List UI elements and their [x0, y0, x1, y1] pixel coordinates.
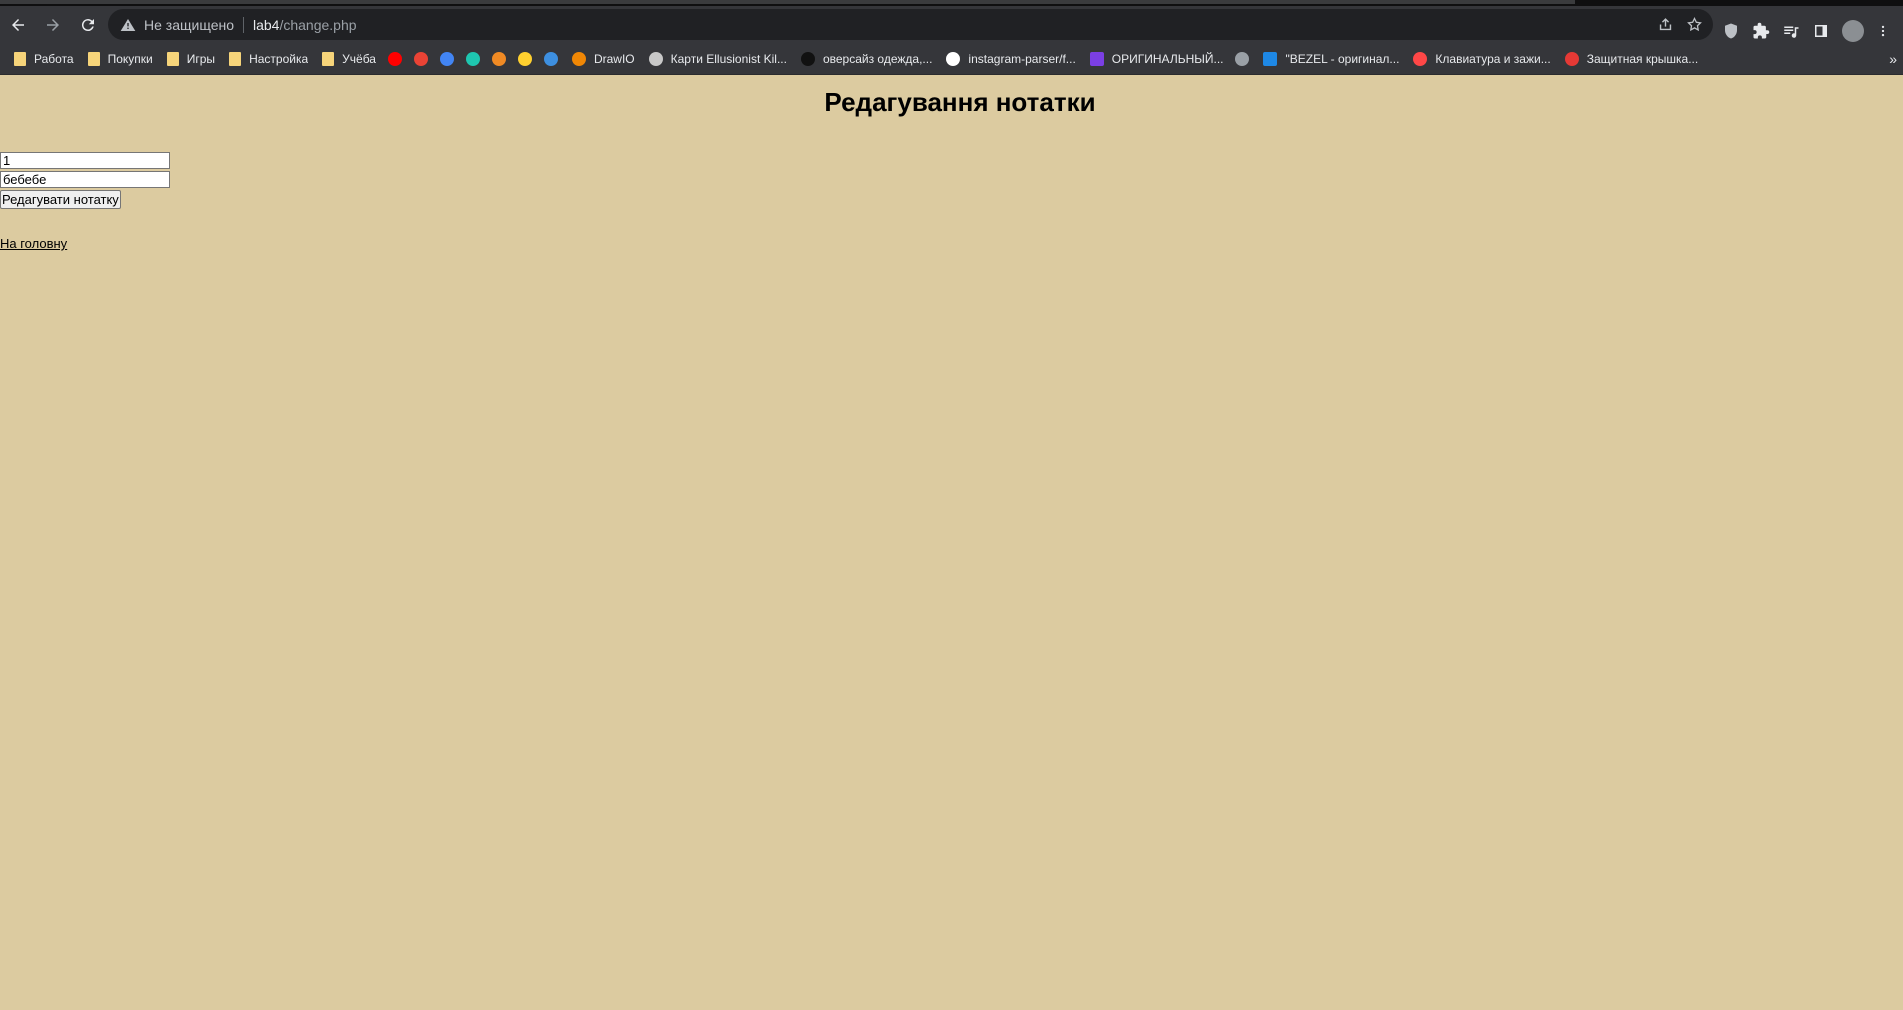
bookmark-label: Учёба [342, 52, 376, 66]
arrow-right-icon [47, 19, 59, 31]
bookmark-label: DrawIO [593, 52, 635, 66]
bookmark-star-icon[interactable] [1686, 16, 1703, 33]
bookmark-item[interactable] [517, 52, 532, 66]
arrow-left-icon [12, 19, 24, 31]
gear-flower-icon [648, 52, 663, 66]
folder-icon [166, 52, 179, 66]
drawio-icon [571, 52, 586, 66]
bookmark-item[interactable]: DrawIO [571, 52, 635, 66]
github-icon [946, 52, 961, 66]
bookmark-item[interactable]: Игры [166, 52, 216, 66]
bookmark-item[interactable] [439, 52, 454, 66]
puzzle-icon[interactable] [1752, 22, 1770, 40]
bookmark-label: Работа [34, 52, 74, 66]
address-bar[interactable]: Не защищено lab4/change.php [108, 9, 1713, 40]
purple-square-icon [1089, 52, 1104, 66]
warning-icon[interactable] [120, 17, 136, 33]
aliexpress-icon [1413, 52, 1428, 66]
bookmark-label: ОРИГИНАЛЬНЫЙ... [1111, 52, 1224, 66]
url-path: /change.php [279, 16, 357, 33]
bookmark-item[interactable]: Защитная крышка... [1564, 52, 1699, 66]
note-id-input[interactable] [0, 152, 170, 169]
bookmark-label: instagram-parser/f... [968, 52, 1076, 66]
forward-button[interactable] [36, 8, 70, 42]
security-status[interactable]: Не защищено [144, 17, 234, 33]
red-circle-icon [1564, 52, 1579, 66]
miro-icon [517, 52, 532, 66]
page-title: Редагування нотатки [824, 87, 1096, 117]
bookmark-item[interactable]: Клавиатура и зажи... [1413, 52, 1551, 66]
back-button[interactable] [1, 8, 35, 42]
reload-icon [81, 19, 94, 32]
bookmark-item[interactable]: Карти Ellusionist Kil... [648, 52, 787, 66]
bookmark-item[interactable]: "BEZEL - оригинал... [1263, 52, 1399, 66]
folder-icon [322, 52, 335, 66]
pinwheel-icon [439, 52, 454, 66]
bookmark-label: Игры [186, 52, 216, 66]
share-icon[interactable] [1657, 16, 1674, 33]
folder-icon [87, 52, 100, 66]
bookmark-item[interactable]: ОРИГИНАЛЬНЫЙ... [1089, 52, 1224, 66]
side-panel-icon[interactable] [1812, 22, 1830, 40]
bookmark-item[interactable] [543, 52, 558, 66]
b-square-icon [1263, 52, 1278, 66]
bookmarks-overflow-button[interactable]: » [1889, 44, 1897, 74]
url-host: lab4 [253, 16, 280, 33]
bookmarks-bar: Работа Покупки Игры Настройка Учёба DrawIO Кар… [0, 44, 1903, 75]
shield-app-icon [543, 52, 558, 66]
bookmark-item[interactable] [413, 52, 428, 66]
globe-icon [1235, 52, 1250, 66]
bookmark-item[interactable]: Покупки [87, 52, 153, 66]
round-teal-icon [465, 52, 480, 66]
browser-toolbar: Не защищено lab4/change.php [0, 6, 1903, 44]
reading-list-icon[interactable] [1782, 22, 1800, 40]
edit-note-form: Редагувати нотатку [0, 152, 170, 209]
bookmark-label: Настройка [249, 52, 309, 66]
profile-avatar[interactable] [1842, 20, 1864, 42]
note-text-input[interactable] [0, 171, 170, 188]
bookmark-label: Защитная крышка... [1586, 52, 1699, 66]
shield-extension-icon[interactable] [1722, 22, 1740, 40]
bookmark-item[interactable] [465, 52, 480, 66]
url-text[interactable]: lab4/change.php [253, 17, 357, 33]
bookmark-label: "BEZEL - оригинал... [1285, 52, 1400, 66]
menu-dots-icon[interactable] [1876, 22, 1890, 40]
bookmark-item[interactable]: Настройка [229, 52, 308, 66]
gmail-icon [413, 52, 428, 66]
bookmark-item[interactable] [1235, 52, 1250, 66]
bookmark-item[interactable]: Работа [14, 52, 74, 66]
bookmark-label: Покупки [107, 52, 153, 66]
bookmark-label: Клавиатура и зажи... [1435, 52, 1551, 66]
home-link[interactable]: На головну [0, 236, 67, 251]
page-content: Редагування нотатки Редагувати нотатку Н… [0, 74, 1903, 1010]
edit-note-button[interactable]: Редагувати нотатку [0, 190, 121, 209]
diamond-icon [491, 52, 506, 66]
bookmark-label: оверсайз одежда,... [822, 52, 933, 66]
bookmark-item[interactable]: оверсайз одежда,... [800, 52, 933, 66]
tab-strip [0, 0, 1575, 4]
bookmark-item[interactable] [387, 52, 402, 66]
bookmark-label: Карти Ellusionist Kil... [670, 52, 787, 66]
address-actions [1657, 9, 1703, 40]
reload-button[interactable] [71, 8, 105, 42]
spider-icon [800, 52, 815, 66]
bookmark-item[interactable] [491, 52, 506, 66]
folder-icon [229, 52, 242, 66]
bookmark-item[interactable]: Учёба [322, 52, 376, 66]
bookmark-item[interactable]: instagram-parser/f... [946, 52, 1076, 66]
address-divider [243, 16, 244, 33]
youtube-icon [387, 52, 402, 66]
folder-icon [14, 52, 26, 66]
